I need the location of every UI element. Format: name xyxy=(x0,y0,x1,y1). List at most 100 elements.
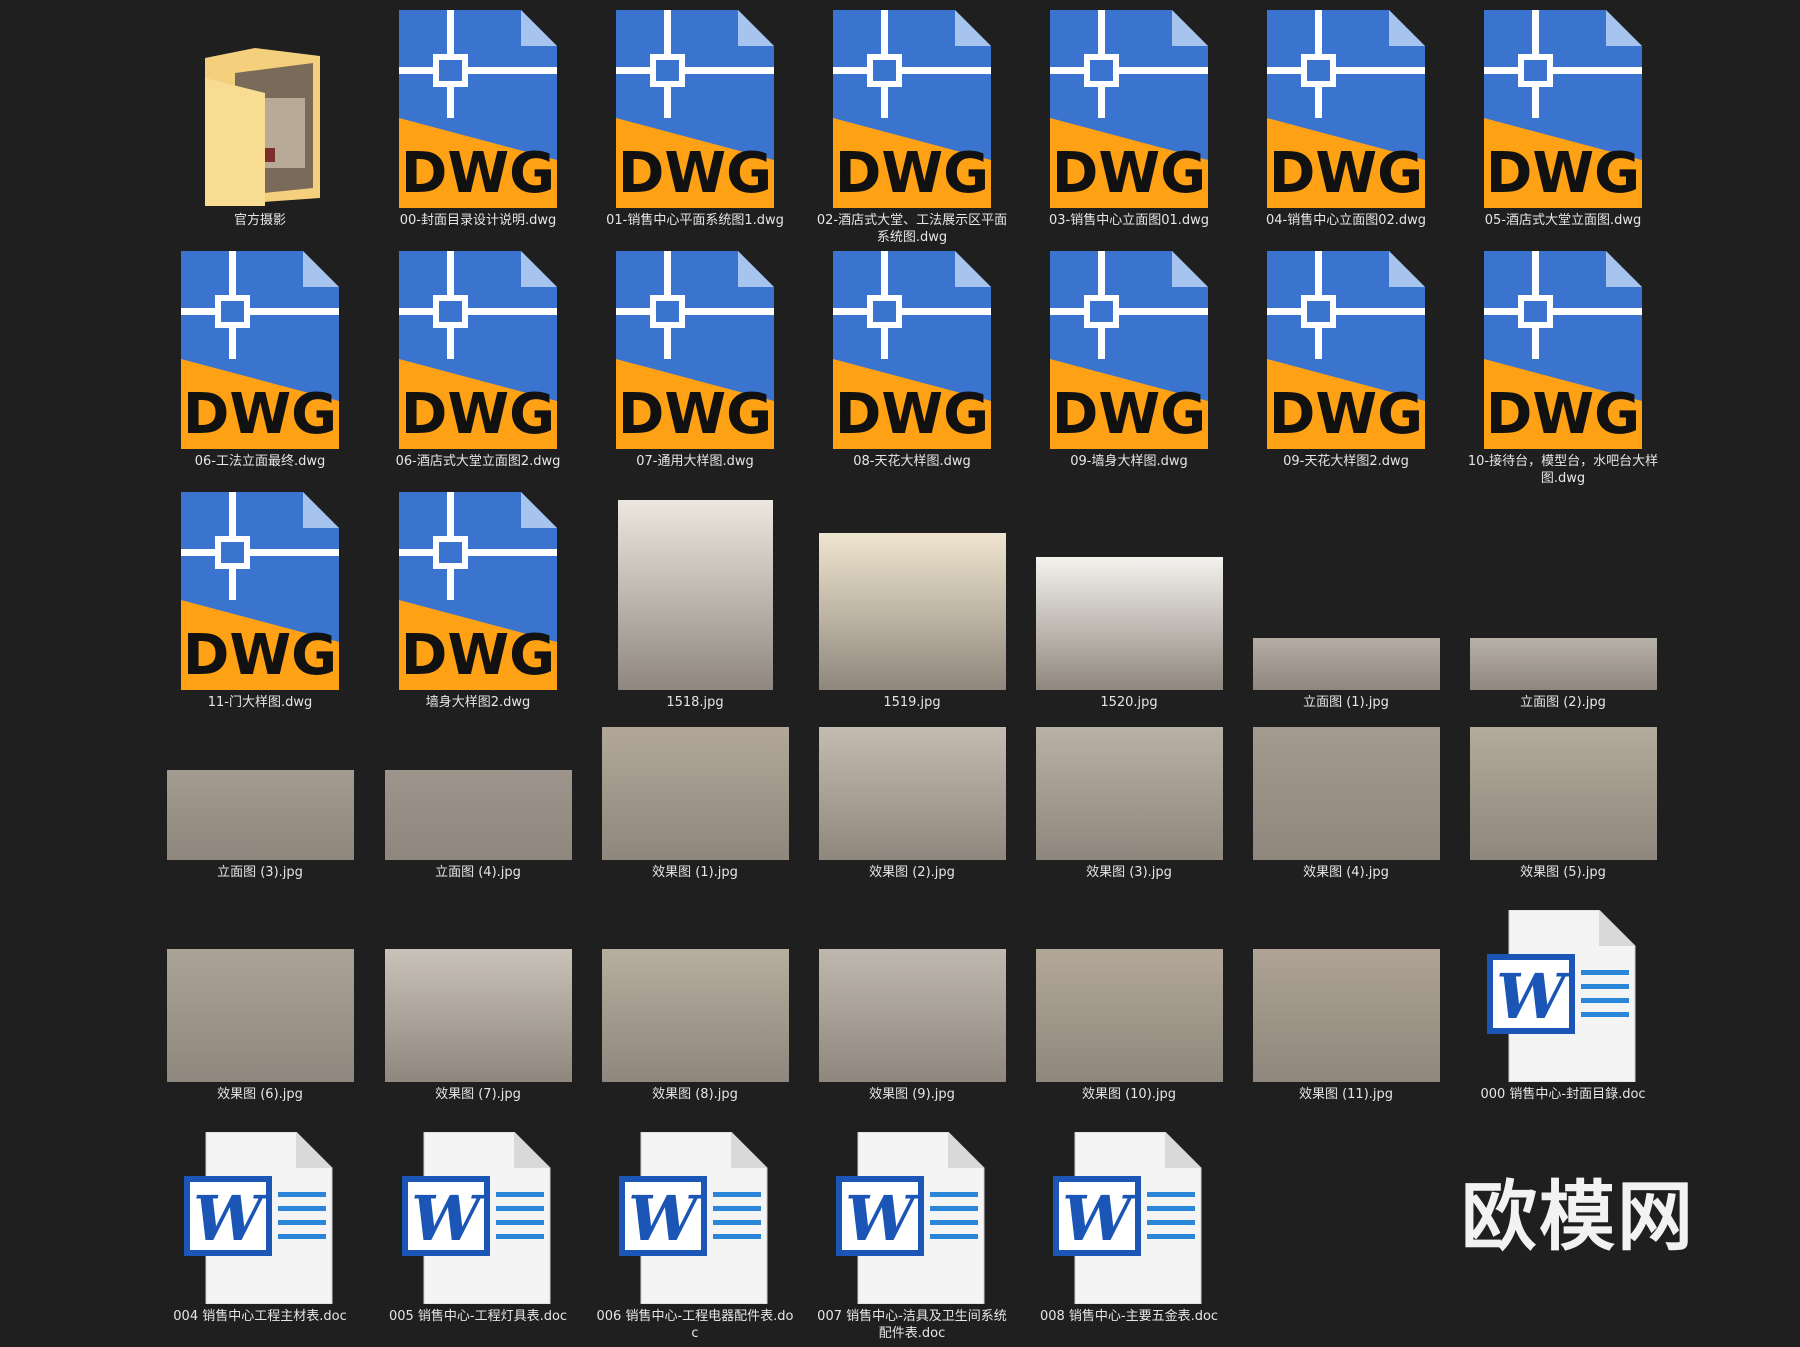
dwg-file-icon: DWG xyxy=(375,241,581,449)
dwg-file-icon: DWG xyxy=(809,0,1015,208)
svg-text:W: W xyxy=(628,1182,703,1255)
dwg-file-icon: DWG xyxy=(1026,241,1232,449)
file-item[interactable]: 效果图 (9).jpg xyxy=(809,874,1015,1103)
image-preview xyxy=(601,727,789,860)
word-doc-icon: W xyxy=(809,1096,1015,1304)
image-preview xyxy=(1252,727,1440,860)
file-item[interactable]: 立面图 (3).jpg xyxy=(157,652,363,881)
image-thumbnail xyxy=(1460,652,1666,860)
svg-text:DWG: DWG xyxy=(1486,141,1640,206)
watermark-logo: 欧模网 xyxy=(1461,1172,1695,1261)
file-item[interactable]: 立面图 (4).jpg xyxy=(375,652,581,881)
svg-text:DWG: DWG xyxy=(1052,141,1206,206)
file-item[interactable]: 官方摄影 xyxy=(157,0,363,229)
file-name-label: 00-封面目录设计说明.dwg xyxy=(399,213,557,228)
file-item[interactable]: 效果图 (10).jpg xyxy=(1026,874,1232,1103)
image-thumbnail xyxy=(809,874,1015,1082)
image-preview xyxy=(166,949,354,1082)
image-preview xyxy=(1469,727,1657,860)
image-preview xyxy=(384,949,572,1082)
file-item[interactable]: DWG 09-天花大样图2.dwg xyxy=(1243,241,1449,470)
svg-text:DWG: DWG xyxy=(835,141,989,206)
file-name-label: 效果图 (11).jpg xyxy=(1298,1087,1394,1102)
file-name-label: 09-天花大样图2.dwg xyxy=(1283,454,1409,469)
file-item[interactable]: DWG 04-销售中心立面图02.dwg xyxy=(1243,0,1449,229)
file-item[interactable]: 效果图 (8).jpg xyxy=(592,874,798,1103)
image-thumbnail xyxy=(1026,874,1232,1082)
file-name-label: 005 销售中心-工程灯具表.doc xyxy=(388,1309,568,1324)
dwg-file-icon: DWG xyxy=(592,241,798,449)
dwg-file-icon: DWG xyxy=(809,241,1015,449)
dwg-file-icon: DWG xyxy=(1243,241,1449,449)
file-name-label: 006 销售中心-工程电器配件表.doc xyxy=(596,1309,794,1341)
file-item[interactable]: 效果图 (3).jpg xyxy=(1026,652,1232,881)
word-doc-icon: W xyxy=(1026,1096,1232,1304)
file-item[interactable]: W 005 销售中心-工程灯具表.doc xyxy=(375,1096,581,1325)
svg-text:DWG: DWG xyxy=(401,141,555,206)
file-name-label: 008 销售中心-主要五金表.doc xyxy=(1039,1309,1219,1324)
file-item[interactable]: 效果图 (5).jpg xyxy=(1460,652,1666,881)
file-item[interactable]: 效果图 (2).jpg xyxy=(809,652,1015,881)
dwg-file-icon: DWG xyxy=(1243,0,1449,208)
file-item[interactable]: W 000 销售中心-封面目錄.doc xyxy=(1460,874,1666,1103)
file-item[interactable]: W 006 销售中心-工程电器配件表.doc xyxy=(592,1096,798,1342)
file-item[interactable]: DWG 00-封面目录设计说明.dwg xyxy=(375,0,581,229)
file-item[interactable]: DWG 06-工法立面最终.dwg xyxy=(157,241,363,470)
image-preview xyxy=(1035,727,1223,860)
file-item[interactable]: 效果图 (1).jpg xyxy=(592,652,798,881)
image-preview xyxy=(601,949,789,1082)
word-doc-icon: W xyxy=(157,1096,363,1304)
file-name-label: 03-销售中心立面图01.dwg xyxy=(1048,213,1210,228)
image-preview xyxy=(166,770,354,860)
file-item[interactable]: 效果图 (11).jpg xyxy=(1243,874,1449,1103)
image-thumbnail xyxy=(592,874,798,1082)
file-name-label: 004 销售中心工程主材表.doc xyxy=(173,1309,347,1324)
file-item[interactable]: DWG 06-酒店式大堂立面图2.dwg xyxy=(375,241,581,470)
file-item[interactable]: DWG 01-销售中心平面系统图1.dwg xyxy=(592,0,798,229)
file-item[interactable]: 效果图 (7).jpg xyxy=(375,874,581,1103)
file-item[interactable]: W 007 销售中心-洁具及卫生间系统配件表.doc xyxy=(809,1096,1015,1342)
dwg-file-icon: DWG xyxy=(157,241,363,449)
file-name-label: 官方摄影 xyxy=(233,213,286,228)
image-thumbnail xyxy=(1026,652,1232,860)
file-item[interactable]: DWG 02-酒店式大堂、工法展示区平面系统图.dwg xyxy=(809,0,1015,246)
file-item[interactable]: DWG 09-墙身大样图.dwg xyxy=(1026,241,1232,470)
file-name-label: 007 销售中心-洁具及卫生间系统配件表.doc xyxy=(817,1309,1007,1341)
file-item[interactable]: DWG 08-天花大样图.dwg xyxy=(809,241,1015,470)
file-name-label: 05-酒店式大堂立面图.dwg xyxy=(1484,213,1642,228)
file-name-label: 07-通用大样图.dwg xyxy=(636,454,754,469)
file-name-label: 04-销售中心立面图02.dwg xyxy=(1265,213,1427,228)
image-preview xyxy=(818,727,1006,860)
folder-icon xyxy=(157,0,363,208)
dwg-file-icon: DWG xyxy=(592,0,798,208)
svg-text:DWG: DWG xyxy=(401,382,555,447)
image-thumbnail xyxy=(1243,874,1449,1082)
svg-text:W: W xyxy=(1496,960,1571,1033)
image-thumbnail xyxy=(809,652,1015,860)
file-item[interactable]: 效果图 (4).jpg xyxy=(1243,652,1449,881)
image-preview xyxy=(1035,949,1223,1082)
file-item[interactable]: 效果图 (6).jpg xyxy=(157,874,363,1103)
file-name-label: 06-酒店式大堂立面图2.dwg xyxy=(395,454,561,469)
file-item[interactable]: DWG 10-接待台，模型台，水吧台大样图.dwg xyxy=(1460,241,1666,487)
svg-text:DWG: DWG xyxy=(183,382,337,447)
file-name-label: 09-墙身大样图.dwg xyxy=(1070,454,1188,469)
image-preview xyxy=(818,949,1006,1082)
image-thumbnail xyxy=(375,652,581,860)
image-preview xyxy=(384,770,572,860)
file-name-label: 06-工法立面最终.dwg xyxy=(194,454,326,469)
image-thumbnail xyxy=(592,652,798,860)
file-item[interactable]: W 004 销售中心工程主材表.doc xyxy=(157,1096,363,1325)
svg-text:DWG: DWG xyxy=(618,141,772,206)
svg-text:W: W xyxy=(193,1182,268,1255)
svg-text:DWG: DWG xyxy=(835,382,989,447)
file-item[interactable]: DWG 07-通用大样图.dwg xyxy=(592,241,798,470)
file-name-label: 08-天花大样图.dwg xyxy=(853,454,971,469)
word-doc-icon: W xyxy=(375,1096,581,1304)
file-item[interactable]: W 008 销售中心-主要五金表.doc xyxy=(1026,1096,1232,1325)
file-item[interactable]: DWG 03-销售中心立面图01.dwg xyxy=(1026,0,1232,229)
dwg-file-icon: DWG xyxy=(375,0,581,208)
file-item[interactable]: DWG 05-酒店式大堂立面图.dwg xyxy=(1460,0,1666,229)
dwg-file-icon: DWG xyxy=(1026,0,1232,208)
svg-text:W: W xyxy=(845,1182,920,1255)
